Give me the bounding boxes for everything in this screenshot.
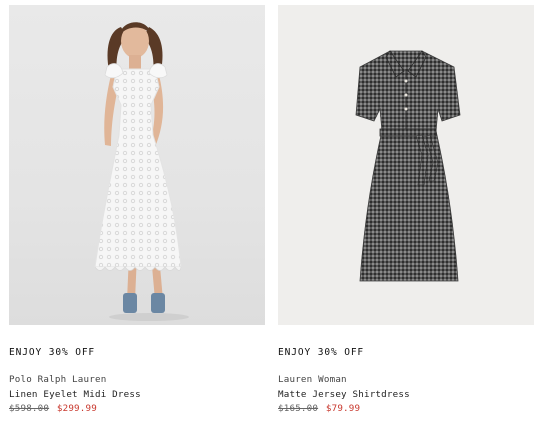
sale-price: $299.99 (56, 403, 97, 414)
black-white-print-shirtdress-image (355, 50, 461, 282)
original-price: $165.00 (278, 403, 319, 414)
promo-label: ENJOY 30% OFF (278, 347, 365, 358)
product-name-link[interactable]: Linen Eyelet Midi Dress (9, 389, 141, 400)
original-price: $598.00 (9, 403, 50, 414)
sale-price: $79.99 (325, 403, 361, 414)
price-row: $598.00 $299.99 (9, 403, 97, 414)
white-eyelet-dress-model-image (94, 22, 189, 321)
product-name-link[interactable]: Matte Jersey Shirtdress (278, 389, 410, 400)
product-image-link[interactable] (278, 5, 534, 325)
product-brand: Polo Ralph Lauren (9, 374, 107, 385)
price-row: $165.00 $79.99 (278, 403, 360, 414)
product-brand: Lauren Woman (278, 374, 347, 385)
promo-label: ENJOY 30% OFF (9, 347, 96, 358)
product-image-link[interactable] (9, 5, 265, 325)
